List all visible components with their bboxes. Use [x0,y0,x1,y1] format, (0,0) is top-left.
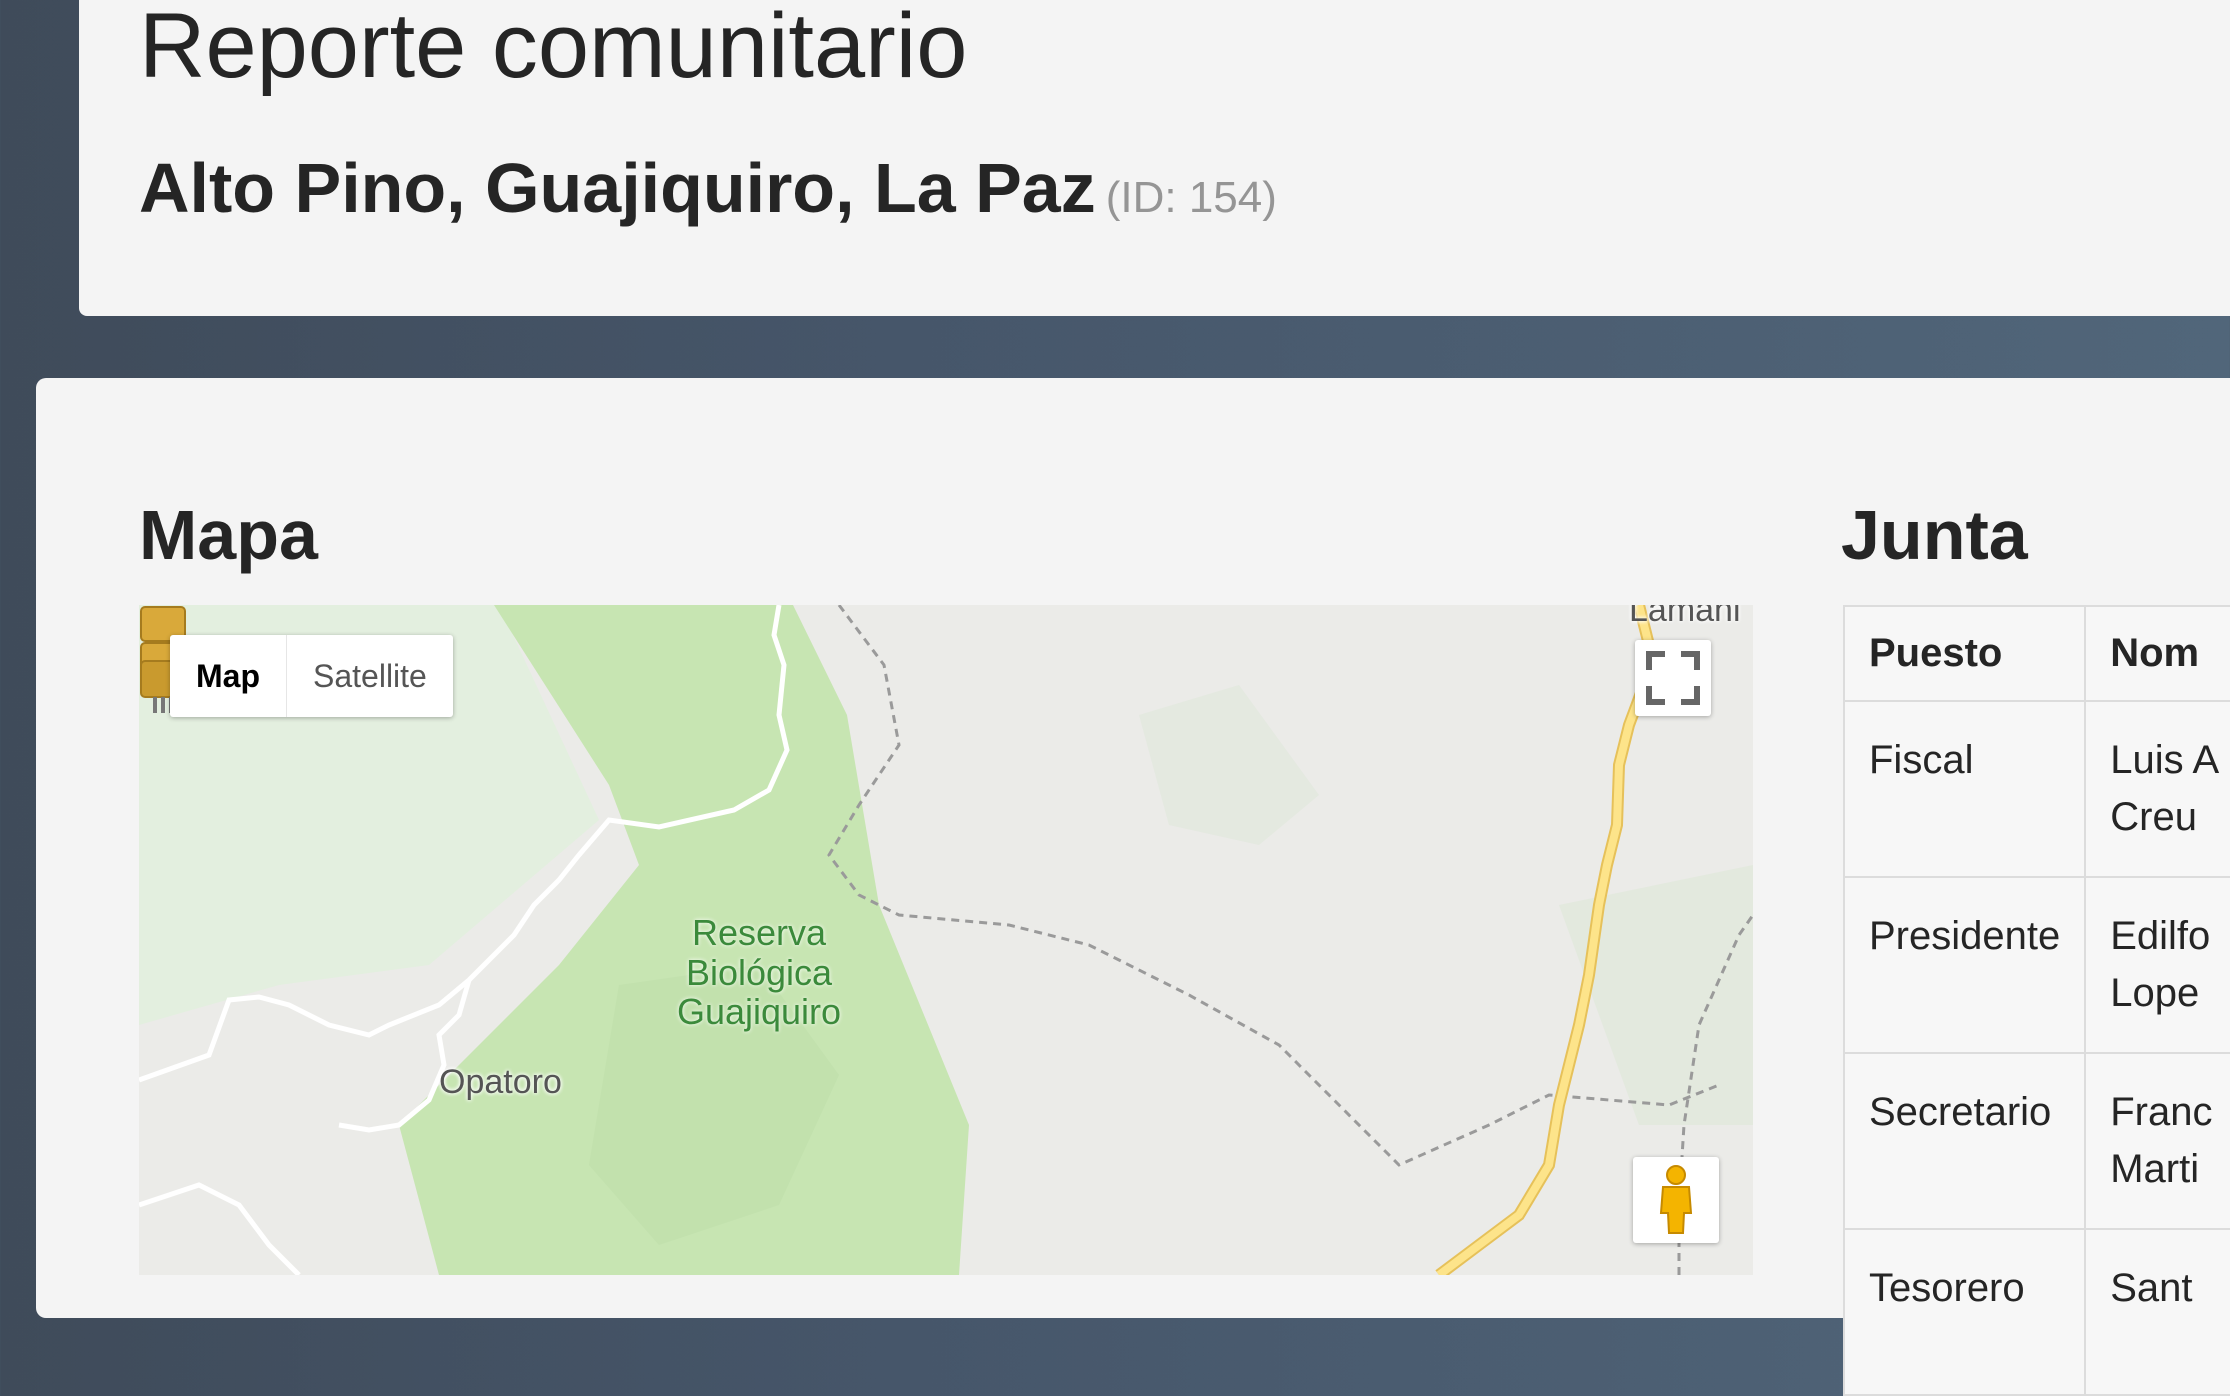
puesto-cell: Secretario [1842,1052,2087,1230]
map-type-control: Map Satellite [170,635,453,717]
column-header-nombre: Nom [2084,605,2230,702]
nombre-cell: Franc Marti [2084,1052,2230,1230]
pegman-icon [1659,1165,1693,1234]
puesto-cell: Fiscal [1842,700,2087,878]
table-row: Secretario Franc Marti [1842,1052,2230,1230]
junta-section-title: Junta [1841,496,2028,574]
map-type-map-button[interactable]: Map [170,635,286,717]
map-label-opatoro: Opatoro [439,1063,562,1101]
puesto-cell: Presidente [1842,876,2087,1054]
nombre-cell: Edilfo Lope [2084,876,2230,1054]
table-row: Fiscal Luis A Creu [1842,700,2230,878]
map-label-reserve: Reserva Biológica Guajiquiro [676,912,842,1033]
fullscreen-icon [1646,651,1700,705]
table-row: Presidente Edilfo Lope [1842,876,2230,1054]
page-title: Reporte comunitario [139,0,968,97]
nombre-cell: Luis A Creu [2084,700,2230,878]
map-label-lamani: Lamani [1629,605,1741,629]
community-location: Alto Pino, Guajiquiro, La Paz (ID: 154) [139,150,1277,227]
column-header-puesto: Puesto [1842,605,2087,702]
street-view-button[interactable] [1633,1157,1719,1243]
junta-table: Puesto Nom Fiscal Luis A Creu Presidente … [1842,605,2230,1396]
table-header-row: Puesto Nom [1842,605,2230,702]
map-view[interactable]: Lamani Reserva Biológica Guajiquiro Opat… [139,605,1753,1275]
fullscreen-button[interactable] [1635,640,1711,716]
community-id: (ID: 154) [1105,173,1277,222]
map-type-satellite-button[interactable]: Satellite [286,635,453,717]
map-section-title: Mapa [139,496,318,574]
location-name: Alto Pino, Guajiquiro, La Paz [139,149,1096,227]
